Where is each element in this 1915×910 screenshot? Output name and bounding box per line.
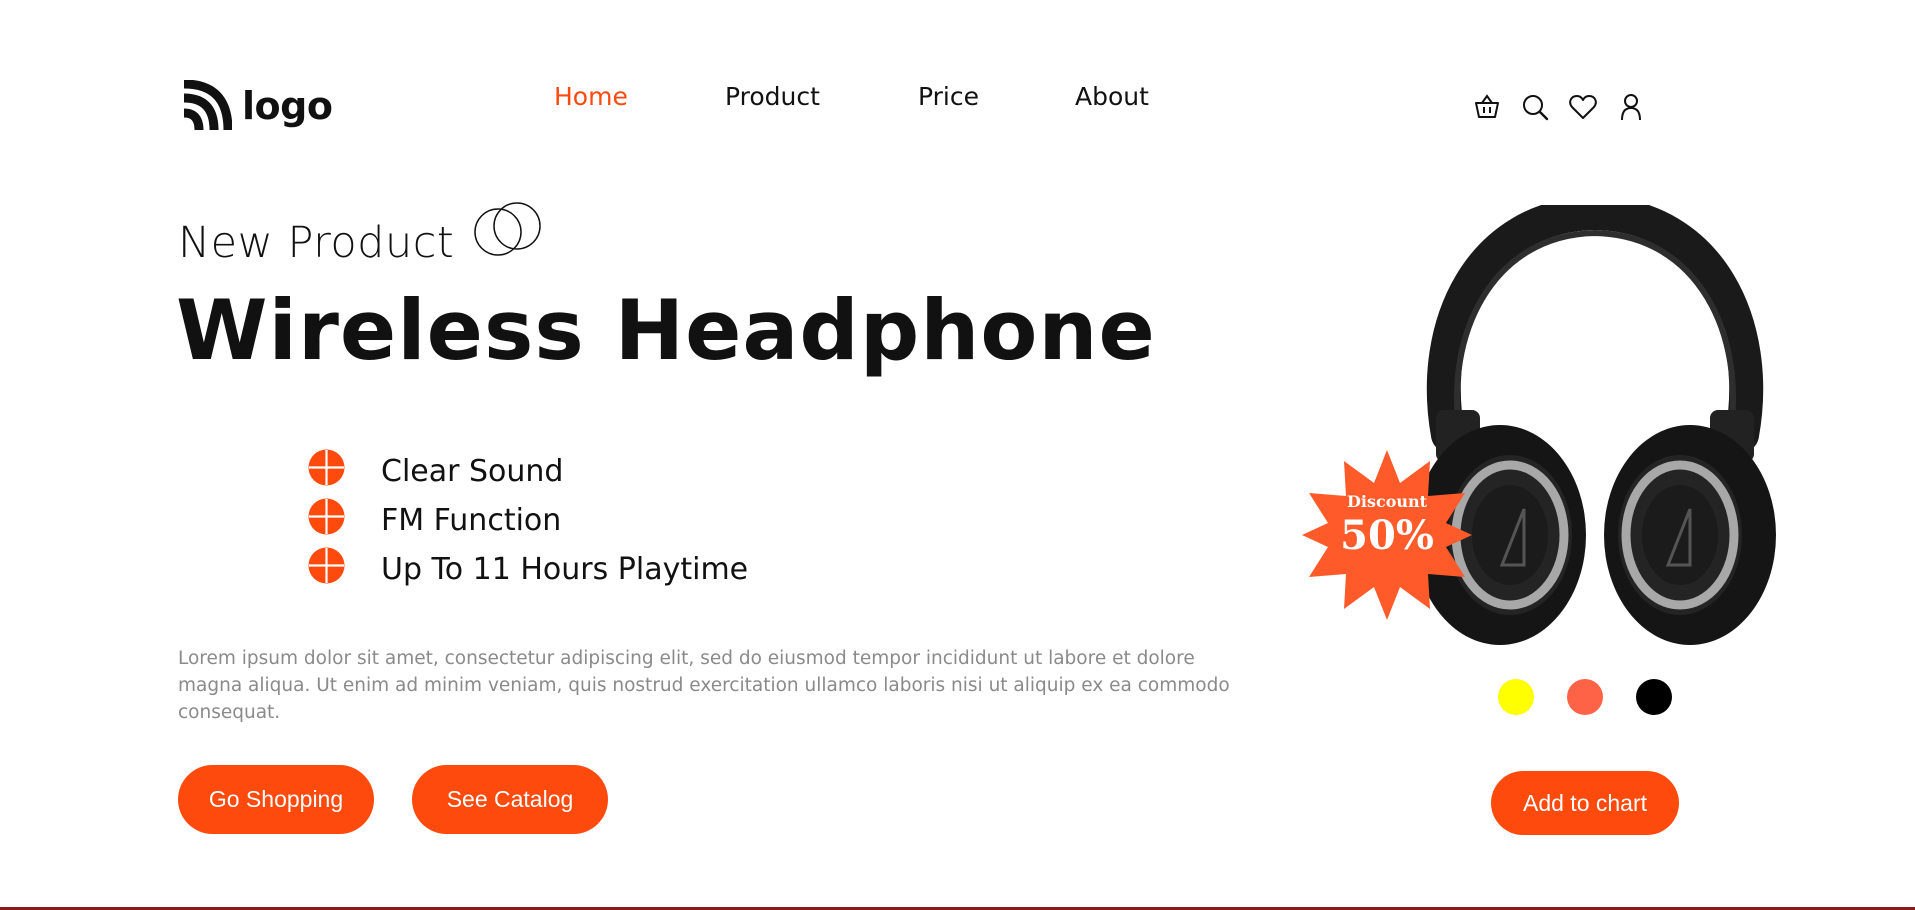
logo-mark-icon [183, 80, 232, 131]
feature-list: Clear Sound FM Function Up To 11 Hours P… [308, 443, 748, 590]
nav-home[interactable]: Home [554, 82, 628, 111]
logo-text: logo [242, 84, 333, 128]
feature-text: FM Function [381, 503, 562, 538]
discount-label: Discount [1346, 492, 1428, 511]
heart-icon[interactable] [1568, 92, 1598, 122]
user-icon[interactable] [1616, 92, 1646, 122]
basket-icon[interactable] [1472, 92, 1502, 122]
plus-circle-icon [308, 547, 345, 584]
search-icon[interactable] [1520, 92, 1550, 122]
plus-circle-icon [308, 449, 345, 486]
feature-text: Clear Sound [381, 454, 564, 489]
rings-decoration-icon [474, 202, 541, 256]
add-to-cart-button[interactable]: Add to chart [1491, 771, 1679, 835]
nav-about[interactable]: About [1075, 82, 1149, 111]
feature-item: Clear Sound [308, 443, 748, 492]
hero-description: Lorem ipsum dolor sit amet, consectetur … [178, 648, 1230, 723]
color-swatch-yellow[interactable] [1498, 679, 1534, 715]
nav-price[interactable]: Price [918, 82, 979, 111]
color-swatch-black[interactable] [1636, 679, 1672, 715]
hero-title: Wireless Headphone [176, 282, 1156, 379]
feature-item: FM Function [308, 492, 748, 541]
header-icons [1472, 92, 1646, 122]
see-catalog-button[interactable]: See Catalog [412, 765, 608, 834]
hero-subtitle: New Product [178, 218, 455, 268]
plus-circle-icon [308, 498, 345, 535]
discount-badge: Discount 50% [1302, 450, 1472, 620]
feature-text: Up To 11 Hours Playtime [381, 552, 749, 587]
discount-value: 50% [1340, 512, 1434, 559]
nav-product[interactable]: Product [725, 82, 820, 111]
go-shopping-button[interactable]: Go Shopping [178, 765, 374, 834]
logo[interactable]: logo [182, 80, 333, 132]
feature-item: Up To 11 Hours Playtime [308, 541, 748, 590]
color-swatch-coral[interactable] [1567, 679, 1603, 715]
